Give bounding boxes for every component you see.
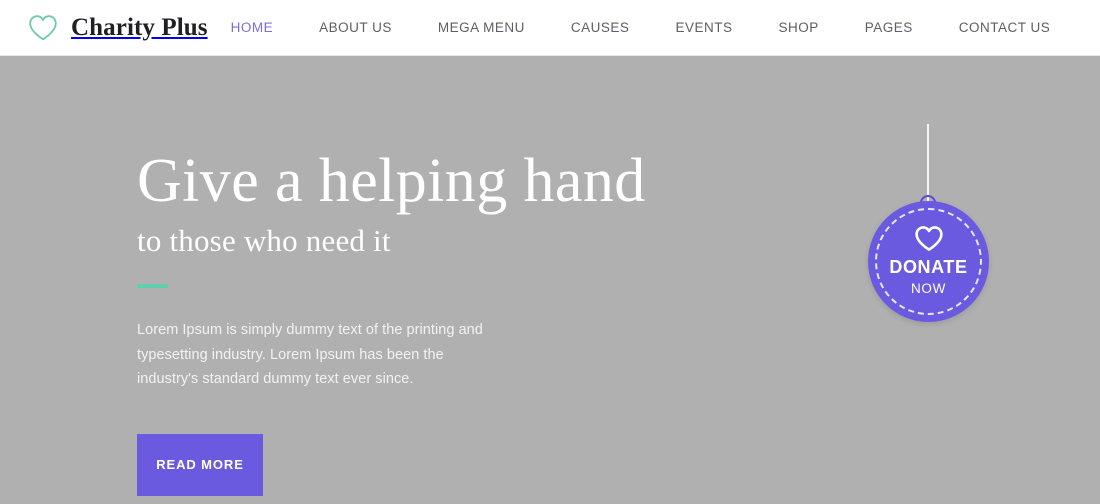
nav-item-mega-menu[interactable]: MEGA MENU [415, 0, 548, 56]
brand-logo[interactable]: Charity Plus [26, 13, 208, 43]
read-more-button[interactable]: READ MORE [137, 433, 263, 496]
nav-item-contact-us[interactable]: CONTACT US [936, 0, 1074, 56]
hero-banner: Give a helping hand to those who need it… [0, 56, 1100, 504]
hero-subtitle: to those who need it [137, 223, 391, 258]
site-header: Charity Plus HOME ABOUT US MEGA MENU CAU… [0, 0, 1100, 56]
nav-item-shop[interactable]: SHOP [755, 0, 841, 56]
hero-copy: Give a helping hand to those who need it… [137, 150, 657, 496]
hero-title: Give a helping hand [137, 147, 646, 215]
donate-now-badge[interactable]: DONATE NOW [868, 201, 989, 322]
nav-item-events[interactable]: EVENTS [652, 0, 755, 56]
heart-outline-icon [26, 13, 60, 43]
nav-item-causes[interactable]: CAUSES [548, 0, 653, 56]
donate-sublabel: NOW [910, 281, 947, 296]
main-navigation: HOME ABOUT US MEGA MENU CAUSES EVENTS SH… [208, 0, 1074, 56]
brand-name: Charity Plus [71, 13, 208, 41]
donate-label: DONATE [889, 257, 968, 277]
nav-item-about-us[interactable]: ABOUT US [296, 0, 415, 56]
page-root: Charity Plus HOME ABOUT US MEGA MENU CAU… [0, 0, 1100, 504]
donate-badge-string [927, 124, 929, 202]
nav-item-pages[interactable]: PAGES [842, 0, 936, 56]
hero-paragraph: Lorem Ipsum is simply dummy text of the … [137, 322, 483, 388]
heart-outline-icon [912, 224, 946, 256]
hero-divider [137, 284, 168, 289]
nav-item-home[interactable]: HOME [208, 0, 297, 56]
